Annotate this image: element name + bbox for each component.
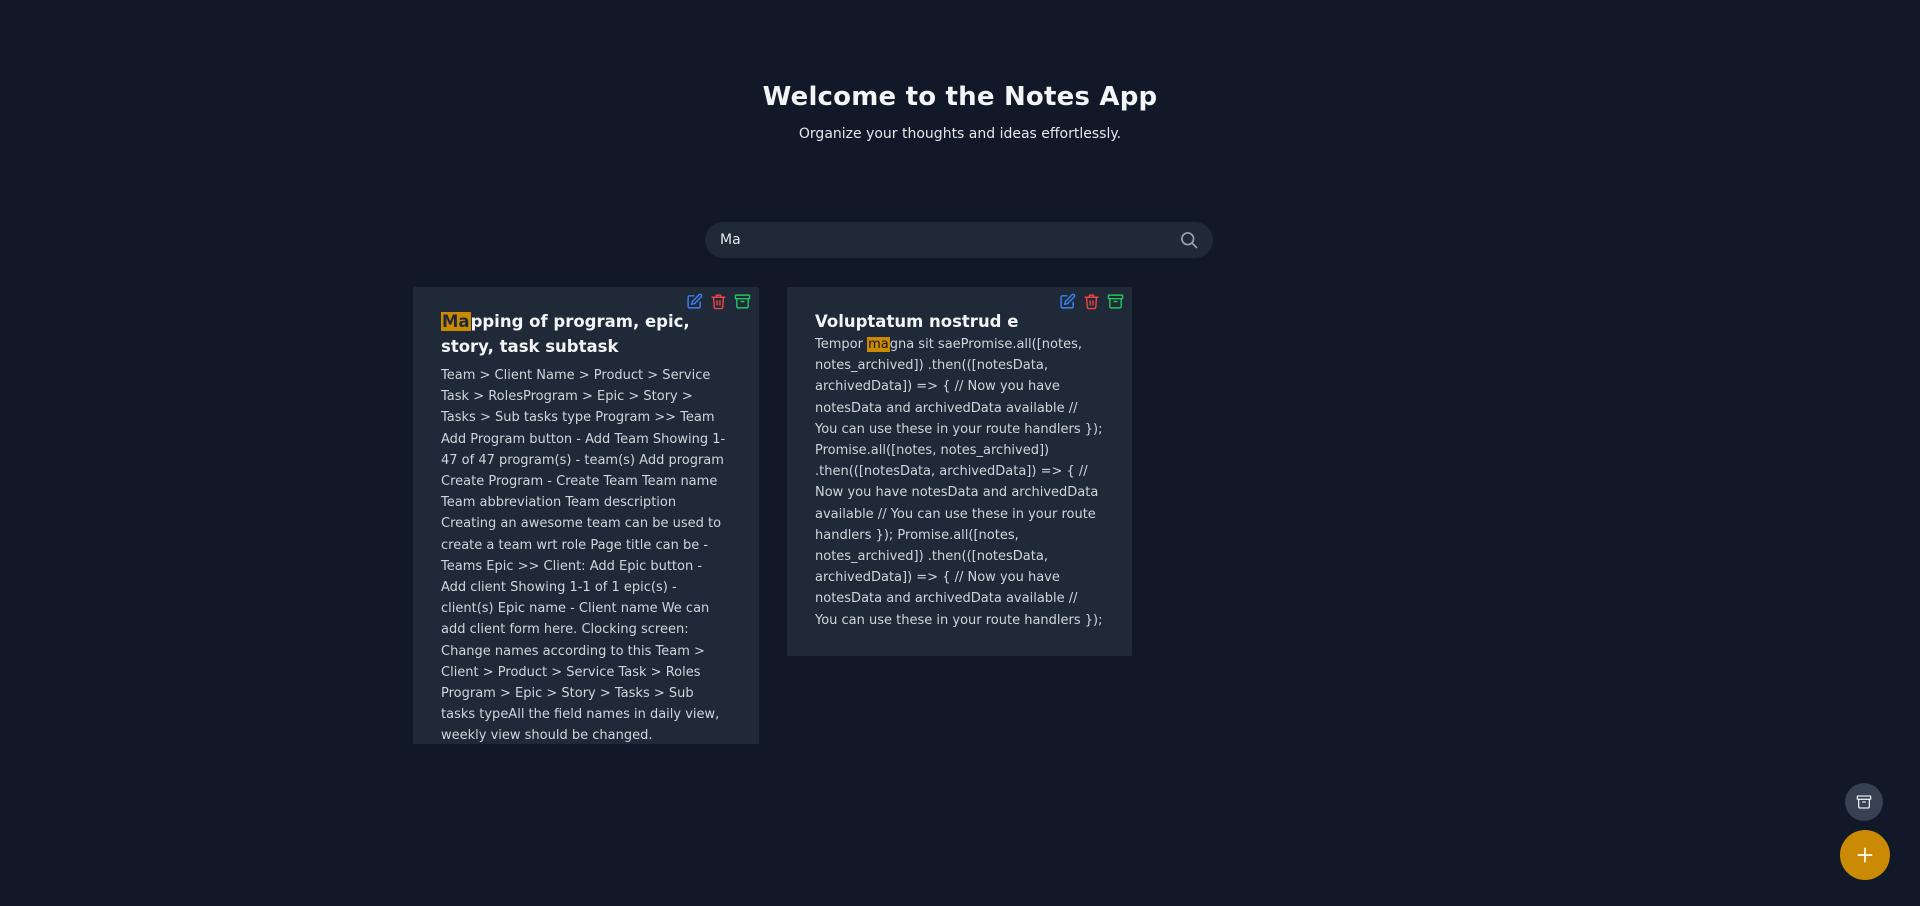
note-body: Tempor magna sit saePromise.all([notes, … [815,334,1104,631]
archive-icon[interactable] [1107,293,1124,310]
search-highlight: ma [867,337,890,352]
note-title: Voluptatum nostrud e [815,312,1019,331]
note-body: Team > Client Name > Product > Service T… [441,368,726,744]
note-title: Mapping of program, epic, story, task su… [441,309,731,359]
archive-icon [1856,795,1872,809]
note-body-text: gna sit saePromise.all([notes, notes_arc… [815,337,1103,628]
note-actions [686,293,751,310]
add-note-button[interactable] [1840,830,1890,880]
archived-notes-button[interactable] [1845,783,1883,821]
trash-icon[interactable] [710,293,727,310]
note-card[interactable]: Voluptatum nostrud e Tempor magna sit sa… [787,287,1132,656]
trash-icon[interactable] [1083,293,1100,310]
note-title-text: pping of program, epic, story, task subt… [441,312,690,356]
search-icon[interactable] [1179,230,1199,250]
search-input[interactable] [705,222,1165,258]
page-header: Welcome to the Notes App Organize your t… [0,82,1920,142]
plus-icon [1857,847,1873,863]
page-title: Welcome to the Notes App [762,82,1158,112]
edit-icon[interactable] [686,293,703,310]
note-card[interactable]: Mapping of program, epic, story, task su… [413,287,759,744]
note-actions [1059,293,1124,310]
page-subtitle: Organize your thoughts and ideas effortl… [798,126,1122,142]
archive-icon[interactable] [734,293,751,310]
notes-app-page: Welcome to the Notes App Organize your t… [0,0,1920,906]
edit-icon[interactable] [1059,293,1076,310]
search-bar [705,222,1213,258]
search-highlight: Ma [441,312,471,331]
note-body-text: Tempor [815,337,868,352]
